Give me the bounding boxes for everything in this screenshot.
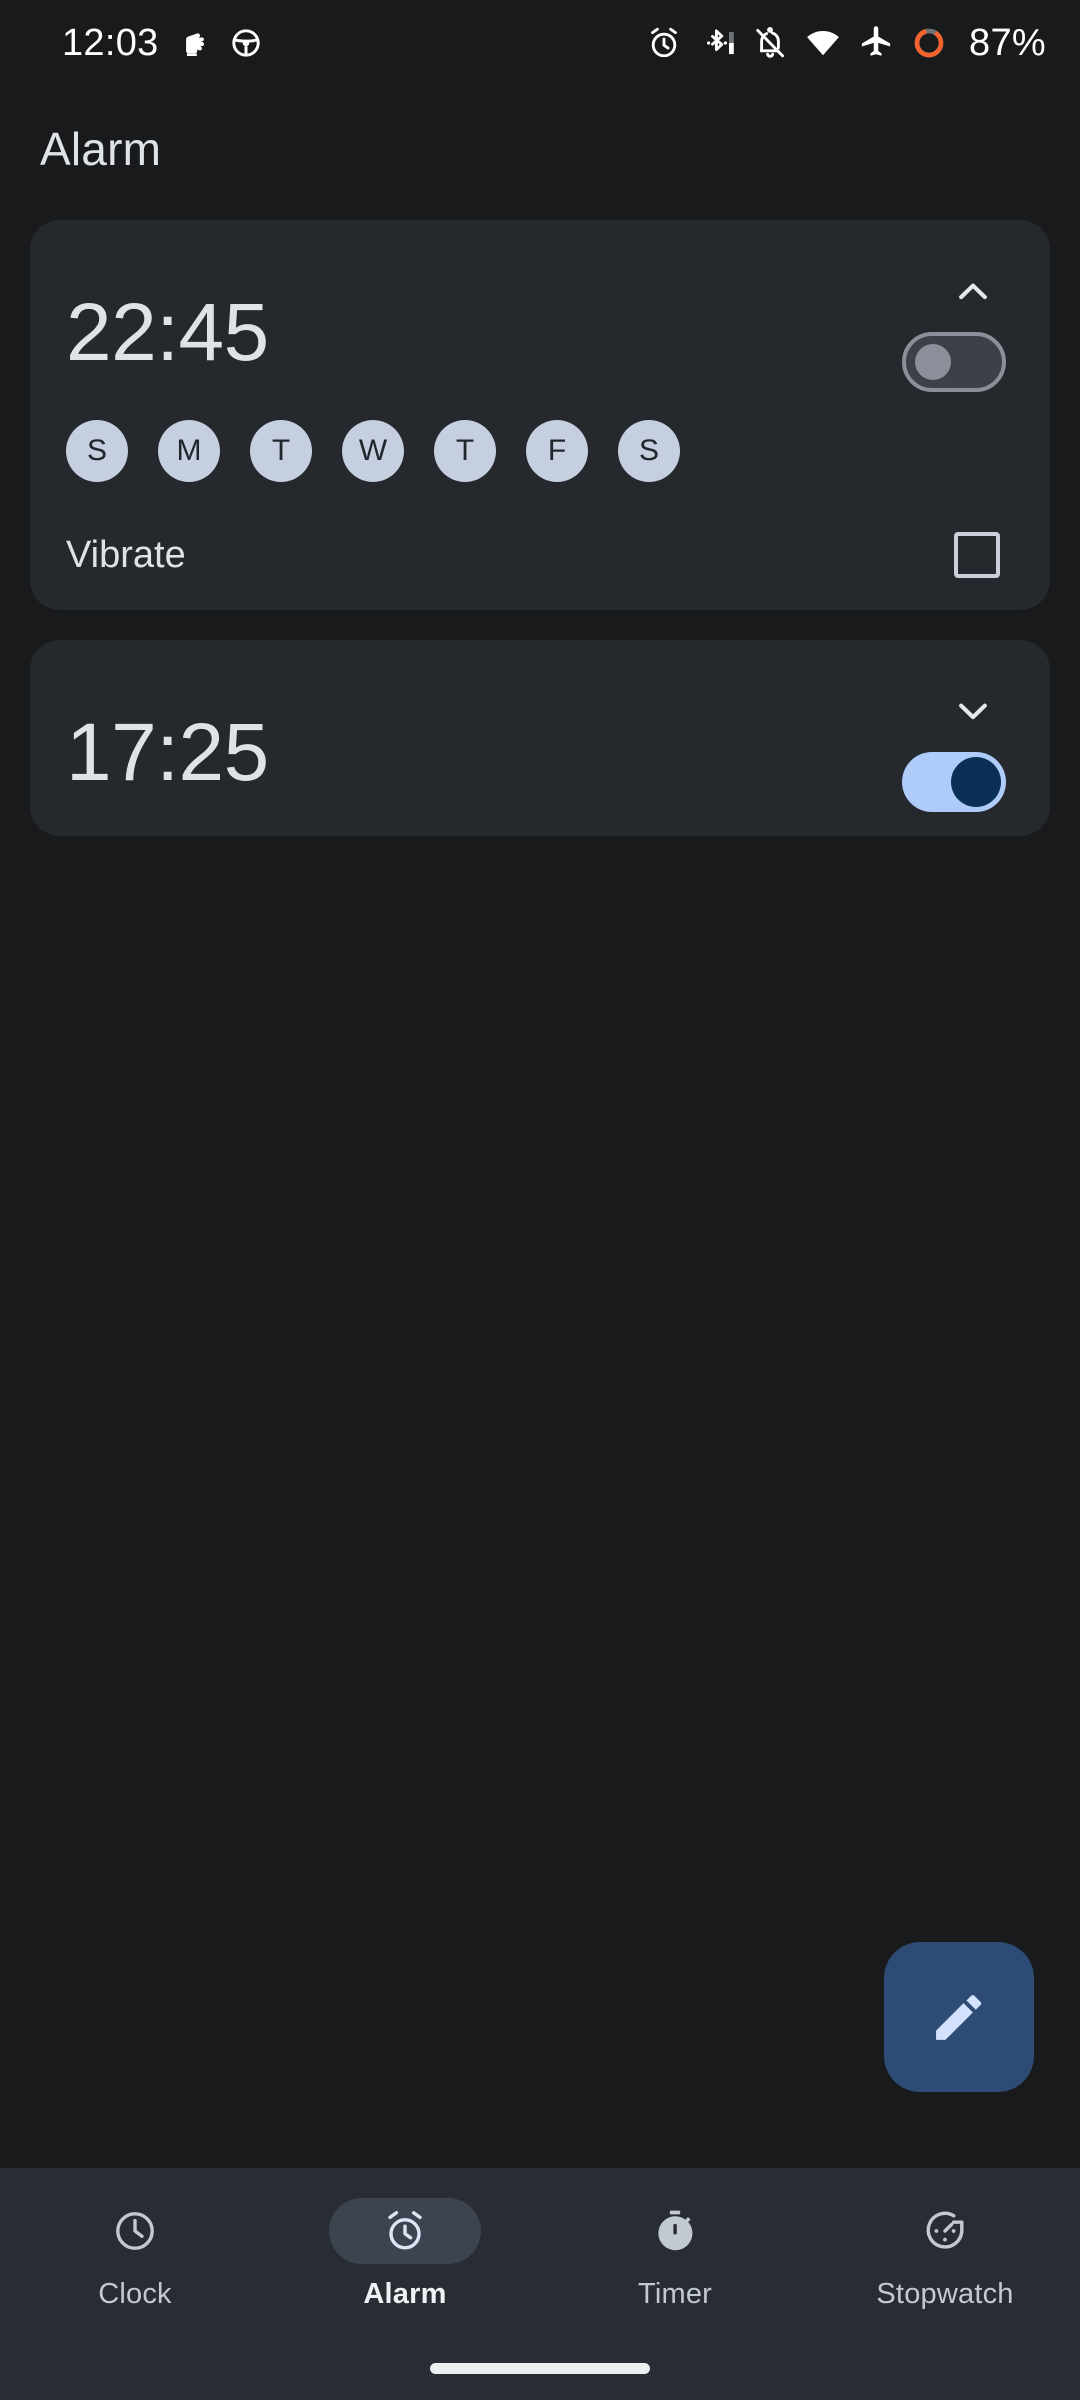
alarm-enable-toggle[interactable] xyxy=(902,332,1006,392)
nav-pill-clock xyxy=(59,2198,211,2264)
stopwatch-icon xyxy=(926,2211,964,2249)
clock-icon xyxy=(116,2212,154,2250)
chevron-down-icon[interactable] xyxy=(950,688,996,734)
alarm-list: 22:45 S M T W T F S Vibrate 17:25 xyxy=(0,220,1080,2168)
nav-label-clock: Clock xyxy=(98,2278,172,2310)
nav-item-stopwatch[interactable]: Stopwatch xyxy=(810,2198,1080,2311)
vibrate-row[interactable]: Vibrate xyxy=(66,532,1014,578)
chevron-up-icon[interactable] xyxy=(950,268,996,314)
status-bar-left: 12:03 xyxy=(62,24,263,62)
day-of-week-selector: S M T W T F S xyxy=(66,416,1014,482)
day-chip-tuesday[interactable]: T xyxy=(250,420,312,482)
day-chip-sunday[interactable]: S xyxy=(66,420,128,482)
clock-app-screen: 12:03 87% Alarm 22:45 S M T W T F S Vibr… xyxy=(0,0,1080,2400)
pencil-edit-icon xyxy=(936,1995,982,2040)
nav-item-clock[interactable]: Clock xyxy=(0,2198,270,2311)
day-chip-saturday[interactable]: S xyxy=(618,420,680,482)
day-chip-monday[interactable]: M xyxy=(158,420,220,482)
bottom-navigation-bar: Clock Alarm Timer Stopwatch xyxy=(0,2168,1080,2400)
nav-item-timer[interactable]: Timer xyxy=(540,2198,810,2311)
day-chip-wednesday[interactable]: W xyxy=(342,420,404,482)
nav-pill-stopwatch xyxy=(869,2198,1021,2264)
nav-pill-alarm xyxy=(329,2198,481,2264)
toggle-knob xyxy=(915,344,951,380)
alarm-time[interactable]: 22:45 xyxy=(66,292,269,416)
vibrate-checkbox[interactable] xyxy=(954,532,1000,578)
day-chip-thursday[interactable]: T xyxy=(434,420,496,482)
timer-filled-icon xyxy=(658,2210,693,2251)
status-bar: 12:03 87% xyxy=(0,0,1080,86)
notifications-off-icon xyxy=(756,27,785,58)
battery-ring-icon xyxy=(914,28,944,58)
nav-label-stopwatch: Stopwatch xyxy=(876,2278,1014,2310)
alarm-header-row: 17:25 xyxy=(66,640,1014,836)
add-alarm-fab[interactable] xyxy=(884,1942,1034,2092)
vibrate-label: Vibrate xyxy=(66,533,186,576)
status-bar-clock: 12:03 xyxy=(62,22,159,64)
airplane-mode-icon xyxy=(861,26,891,56)
toggle-knob xyxy=(951,757,1001,807)
wifi-icon xyxy=(807,31,839,56)
alarm-clock-icon xyxy=(388,2211,422,2250)
alarm-time[interactable]: 17:25 xyxy=(66,712,269,836)
alarm-card[interactable]: 22:45 S M T W T F S Vibrate xyxy=(30,220,1050,610)
raised-fist-icon xyxy=(185,33,204,57)
page-title: Alarm xyxy=(40,123,162,175)
alarm-card[interactable]: 17:25 xyxy=(30,640,1050,836)
alarm-header-row: 22:45 xyxy=(66,220,1014,416)
alarm-clock-icon xyxy=(651,27,677,58)
nav-label-timer: Timer xyxy=(637,2278,713,2310)
battery-percentage: 87% xyxy=(969,22,1046,64)
status-bar-right: 87% xyxy=(646,24,1046,62)
steering-wheel-icon xyxy=(231,29,260,57)
alarm-enable-toggle[interactable] xyxy=(902,752,1006,812)
day-chip-friday[interactable]: F xyxy=(526,420,588,482)
nav-pill-timer xyxy=(599,2198,751,2264)
bluetooth-icon xyxy=(706,29,734,55)
nav-label-alarm: Alarm xyxy=(363,2278,447,2310)
home-indicator[interactable] xyxy=(430,2363,650,2374)
nav-item-alarm[interactable]: Alarm xyxy=(270,2198,540,2311)
